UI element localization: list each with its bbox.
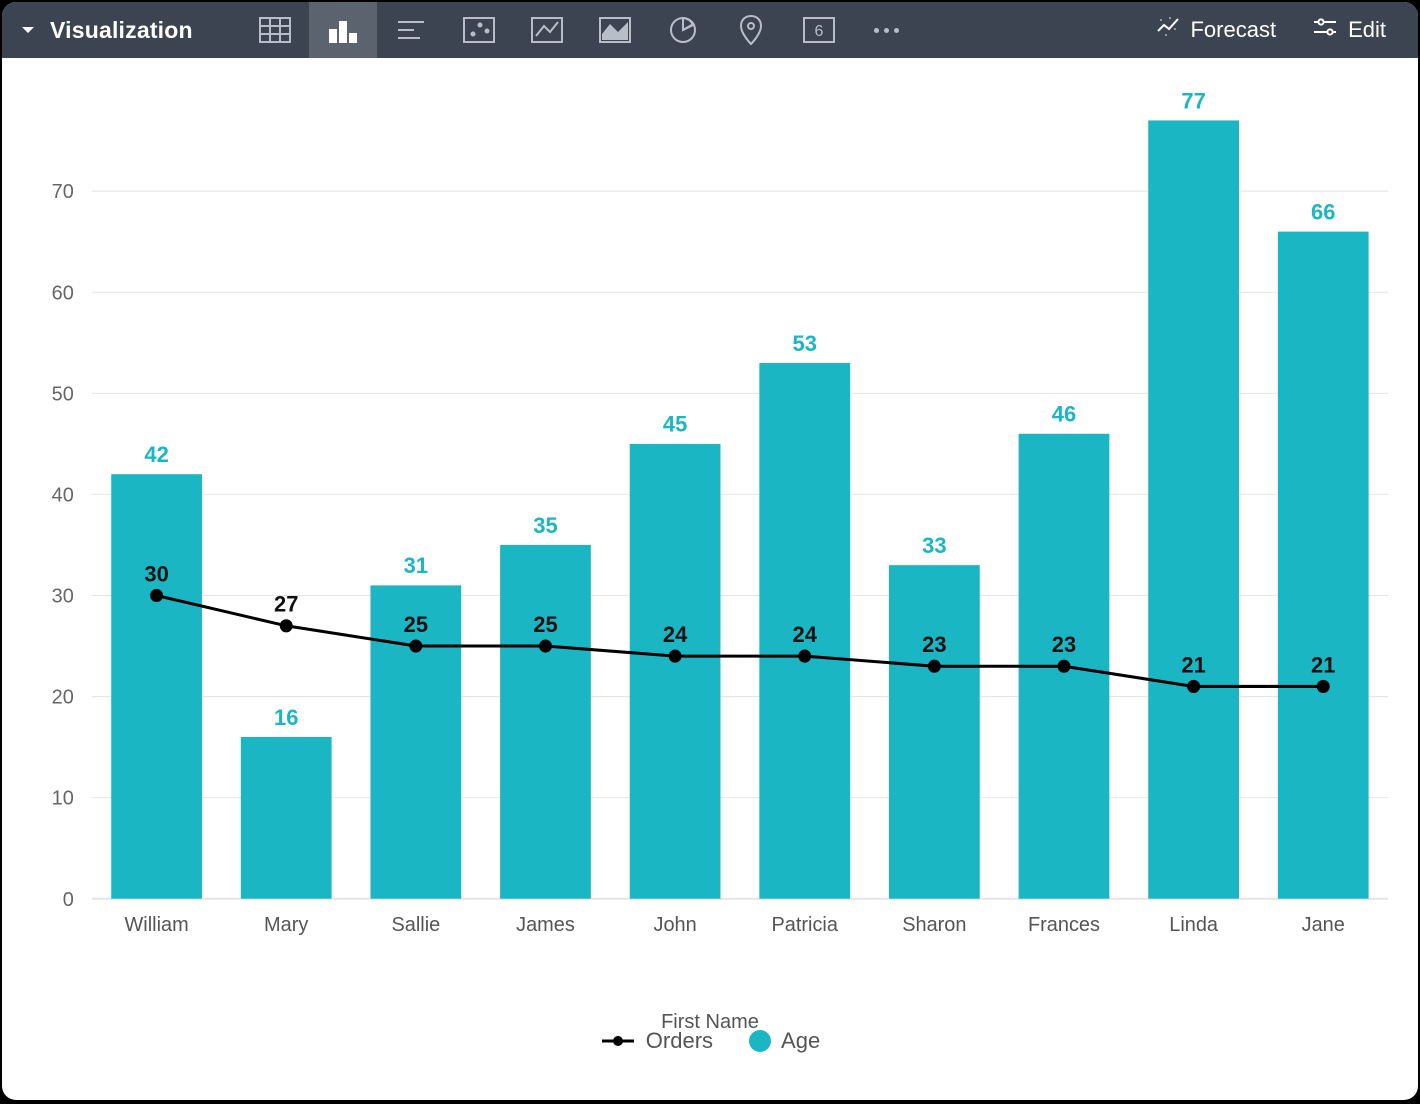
orders-point[interactable] <box>1188 680 1200 692</box>
bar-value-label: 45 <box>663 412 687 437</box>
orders-value-label: 24 <box>663 622 688 647</box>
bar[interactable] <box>111 474 202 899</box>
orders-point[interactable] <box>669 650 681 662</box>
x-tick-label: James <box>516 914 575 936</box>
line-chart-icon[interactable] <box>513 2 581 58</box>
orders-point[interactable] <box>1317 680 1329 692</box>
orders-point[interactable] <box>928 660 940 672</box>
orders-point[interactable] <box>151 589 163 601</box>
orders-value-label: 23 <box>1052 632 1076 657</box>
orders-point[interactable] <box>280 620 292 632</box>
bar[interactable] <box>241 737 332 899</box>
svg-text:60: 60 <box>52 282 74 304</box>
pie-chart-icon[interactable] <box>649 2 717 58</box>
svg-text:6: 6 <box>814 23 823 40</box>
bar-value-label: 16 <box>274 705 298 730</box>
orders-point[interactable] <box>410 640 422 652</box>
svg-text:20: 20 <box>52 687 74 709</box>
more-icon[interactable] <box>853 2 921 58</box>
app-frame: Visualization 6 Forecast <box>2 2 1418 1100</box>
x-tick-label: Sharon <box>902 914 966 936</box>
forecast-label: Forecast <box>1190 17 1276 43</box>
single-value-chart-icon[interactable]: 6 <box>785 2 853 58</box>
table-icon[interactable] <box>241 2 309 58</box>
bar-value-label: 66 <box>1311 199 1335 224</box>
panel-title: Visualization <box>50 17 193 44</box>
scatter-chart-icon[interactable] <box>445 2 513 58</box>
orders-value-label: 27 <box>274 592 298 617</box>
orders-value-label: 24 <box>793 622 818 647</box>
x-tick-label: Sallie <box>391 914 440 936</box>
orders-point[interactable] <box>539 640 551 652</box>
orders-value-label: 21 <box>1311 652 1335 677</box>
combo-chart: 0 10 20 30 40 50 60 70 42 16 31 35 45 53 33 46 77 66 Willi… <box>12 80 1408 1020</box>
x-axis-title: First Name <box>2 1011 1418 1034</box>
legend-line-icon <box>600 1032 636 1050</box>
x-tick-label: Linda <box>1169 914 1219 936</box>
svg-text:50: 50 <box>52 383 74 405</box>
orders-value-label: 25 <box>404 612 428 637</box>
visualization-toolbar: Visualization 6 Forecast <box>2 2 1418 58</box>
bar-chart-icon[interactable] <box>377 2 445 58</box>
x-tick-label: Mary <box>264 914 308 936</box>
panel-title-group[interactable]: Visualization <box>20 17 193 44</box>
x-tick-label: William <box>124 914 188 936</box>
orders-point[interactable] <box>1058 660 1070 672</box>
bar-value-label: 77 <box>1181 88 1205 113</box>
chart-area: 0 10 20 30 40 50 60 70 42 16 31 35 45 53 33 46 77 66 Willi… <box>2 58 1418 1100</box>
bar[interactable] <box>1278 232 1369 899</box>
svg-text:30: 30 <box>52 585 74 607</box>
svg-text:70: 70 <box>52 181 74 203</box>
orders-value-label: 23 <box>922 632 946 657</box>
orders-value-label: 21 <box>1181 652 1205 677</box>
orders-point[interactable] <box>799 650 811 662</box>
bar-value-label: 35 <box>533 513 557 538</box>
edit-button[interactable]: Edit <box>1298 2 1400 58</box>
svg-text:10: 10 <box>52 788 74 810</box>
bar-value-label: 46 <box>1052 401 1076 426</box>
map-chart-icon[interactable] <box>717 2 785 58</box>
orders-value-label: 25 <box>533 612 557 637</box>
orders-value-label: 30 <box>144 561 168 586</box>
forecast-button[interactable]: Forecast <box>1142 2 1290 58</box>
sliders-icon <box>1312 15 1338 45</box>
bar[interactable] <box>1148 120 1239 898</box>
forecast-icon <box>1156 15 1180 45</box>
chart-type-switcher: 6 <box>241 2 921 58</box>
bar-value-label: 33 <box>922 533 946 558</box>
bar[interactable] <box>889 565 980 899</box>
bar[interactable] <box>500 545 591 899</box>
bar-value-label: 53 <box>793 331 817 356</box>
bar-value-label: 31 <box>404 553 428 578</box>
svg-text:40: 40 <box>52 484 74 506</box>
x-tick-label: Frances <box>1028 914 1100 936</box>
bar[interactable] <box>630 444 721 899</box>
bar-value-label: 42 <box>144 442 168 467</box>
area-chart-icon[interactable] <box>581 2 649 58</box>
x-tick-label: Patricia <box>772 914 839 936</box>
edit-label: Edit <box>1348 17 1386 43</box>
collapse-caret-icon[interactable] <box>20 22 36 38</box>
x-tick-label: John <box>653 914 696 936</box>
column-chart-icon[interactable] <box>309 2 377 58</box>
x-tick-label: Jane <box>1302 914 1345 936</box>
svg-text:0: 0 <box>63 889 74 911</box>
